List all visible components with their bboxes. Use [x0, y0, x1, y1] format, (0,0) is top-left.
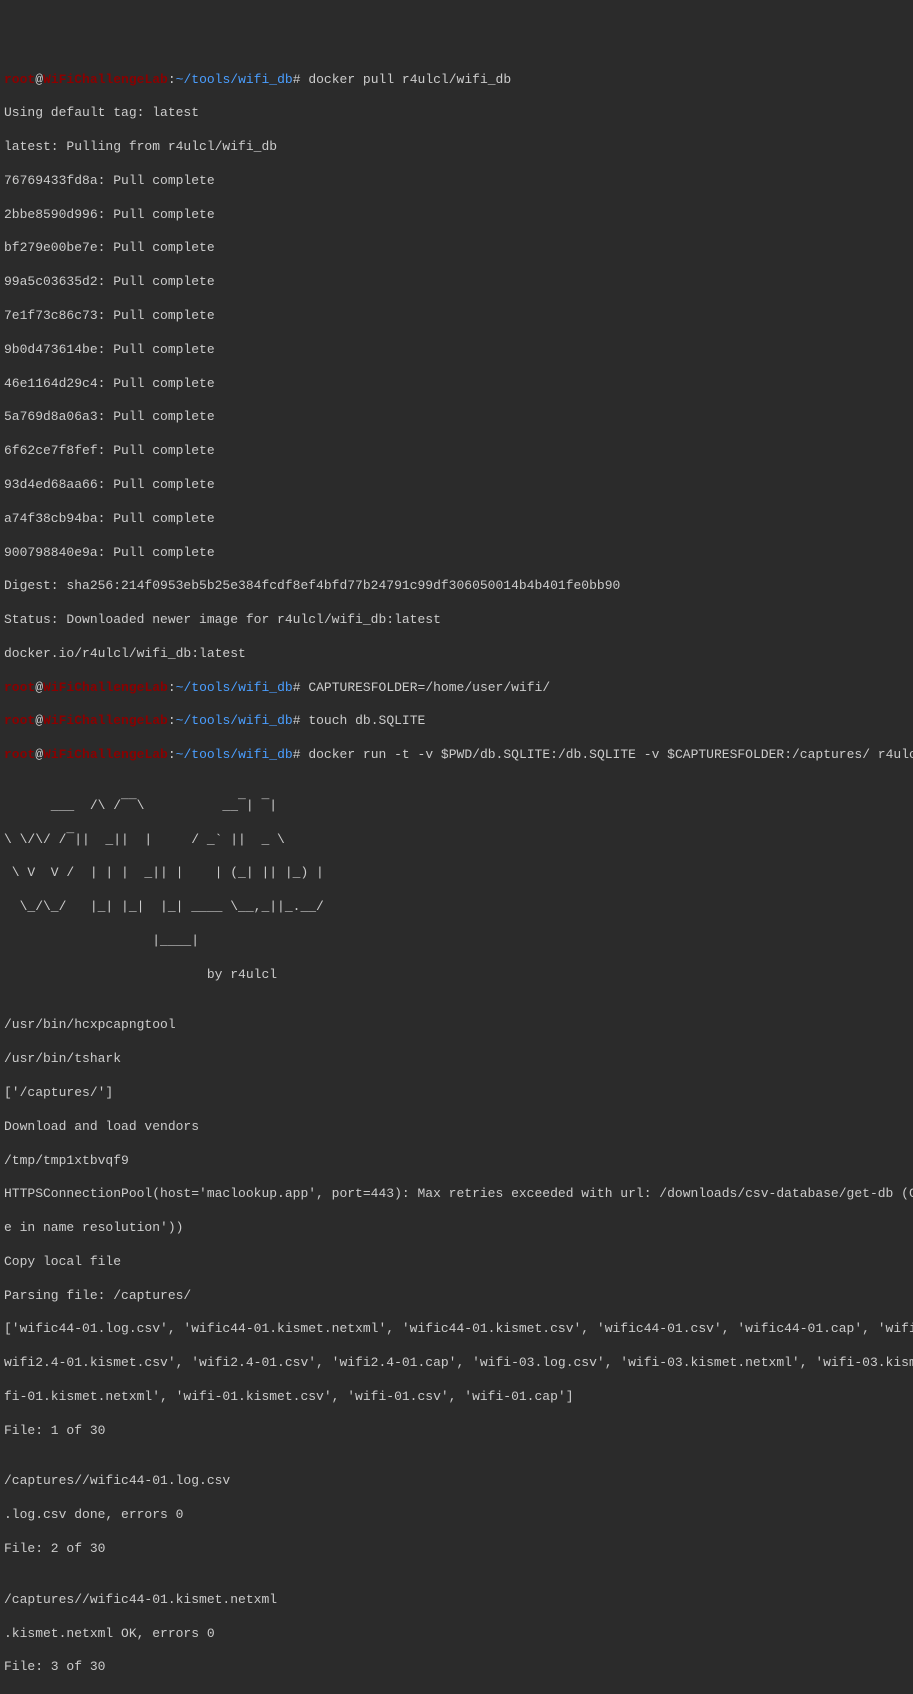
prompt-path: ~/tools/wifi_db [176, 713, 293, 728]
prompt-colon: : [168, 747, 176, 762]
output-line: .log.csv done, errors 0 [4, 1507, 909, 1524]
output-line: HTTPSConnectionPool(host='maclookup.app'… [4, 1186, 909, 1203]
terminal-output: root@WiFiChallengeLab:~/tools/wifi_db# d… [4, 72, 909, 1694]
output-line: bf279e00be7e: Pull complete [4, 240, 909, 257]
output-line: Digest: sha256:214f0953eb5b25e384fcdf8ef… [4, 578, 909, 595]
prompt-at: @ [35, 713, 43, 728]
output-line: 99a5c03635d2: Pull complete [4, 274, 909, 291]
prompt-path: ~/tools/wifi_db [176, 72, 293, 87]
output-line: 2bbe8590d996: Pull complete [4, 207, 909, 224]
prompt-user: root [4, 713, 35, 728]
output-line: File: 3 of 30 [4, 1659, 909, 1676]
prompt-host: WiFiChallengeLab [43, 713, 168, 728]
output-line: 76769433fd8a: Pull complete [4, 173, 909, 190]
output-line: 7e1f73c86c73: Pull complete [4, 308, 909, 325]
output-line: 900798840e9a: Pull complete [4, 545, 909, 562]
output-line: /captures//wific44-01.log.csv [4, 1473, 909, 1490]
output-line: a74f38cb94ba: Pull complete [4, 511, 909, 528]
output-line: /usr/bin/tshark [4, 1051, 909, 1068]
ascii-art-line: by r4ulcl [4, 967, 909, 984]
output-line: Download and load vendors [4, 1119, 909, 1136]
output-line: 5a769d8a06a3: Pull complete [4, 409, 909, 426]
ascii-art-line: ___ /\ /¯¯\ __¯| ¯| [4, 798, 909, 815]
output-line: 46e1164d29c4: Pull complete [4, 376, 909, 393]
prompt-host: WiFiChallengeLab [43, 680, 168, 695]
prompt-host: WiFiChallengeLab [43, 747, 168, 762]
ascii-art-line: \_/\_/ |_| |_| |_| ____ \__,_||_.__/ [4, 899, 909, 916]
output-line: 6f62ce7f8fef: Pull complete [4, 443, 909, 460]
output-line: Parsing file: /captures/ [4, 1288, 909, 1305]
output-line: e in name resolution')) [4, 1220, 909, 1237]
command-text: touch db.SQLITE [308, 713, 425, 728]
ascii-art-line: \ V V / | | | _|| | | (_| || |_) | [4, 865, 909, 882]
prompt-colon: : [168, 72, 176, 87]
command-text: CAPTURESFOLDER=/home/user/wifi/ [308, 680, 550, 695]
output-line: ['/captures/'] [4, 1085, 909, 1102]
output-line: /captures//wific44-01.kismet.netxml [4, 1592, 909, 1609]
output-line: Using default tag: latest [4, 105, 909, 122]
prompt-host: WiFiChallengeLab [43, 72, 168, 87]
output-line: 9b0d473614be: Pull complete [4, 342, 909, 359]
prompt-at: @ [35, 680, 43, 695]
output-line: latest: Pulling from r4ulcl/wifi_db [4, 139, 909, 156]
output-line: wifi2.4-01.kismet.csv', 'wifi2.4-01.csv'… [4, 1355, 909, 1372]
output-line: Status: Downloaded newer image for r4ulc… [4, 612, 909, 629]
ascii-art-line: |____| [4, 933, 909, 950]
prompt-user: root [4, 747, 35, 762]
command-text: docker run -t -v $PWD/db.SQLITE:/db.SQLI… [308, 747, 913, 762]
prompt-line-3[interactable]: root@WiFiChallengeLab:~/tools/wifi_db# t… [4, 713, 909, 730]
output-line: File: 2 of 30 [4, 1541, 909, 1558]
prompt-user: root [4, 72, 35, 87]
prompt-line-2[interactable]: root@WiFiChallengeLab:~/tools/wifi_db# C… [4, 680, 909, 697]
prompt-hash: # [293, 680, 309, 695]
prompt-hash: # [293, 747, 309, 762]
prompt-at: @ [35, 747, 43, 762]
command-text: docker pull r4ulcl/wifi_db [308, 72, 511, 87]
prompt-hash: # [293, 72, 309, 87]
output-line: File: 1 of 30 [4, 1423, 909, 1440]
output-line: /tmp/tmp1xtbvqf9 [4, 1153, 909, 1170]
output-line: /usr/bin/hcxpcapngtool [4, 1017, 909, 1034]
prompt-user: root [4, 680, 35, 695]
prompt-hash: # [293, 713, 309, 728]
output-line: docker.io/r4ulcl/wifi_db:latest [4, 646, 909, 663]
prompt-colon: : [168, 713, 176, 728]
prompt-path: ~/tools/wifi_db [176, 747, 293, 762]
prompt-path: ~/tools/wifi_db [176, 680, 293, 695]
output-line: 93d4ed68aa66: Pull complete [4, 477, 909, 494]
prompt-line-4[interactable]: root@WiFiChallengeLab:~/tools/wifi_db# d… [4, 747, 909, 764]
output-line: ['wific44-01.log.csv', 'wific44-01.kisme… [4, 1321, 909, 1338]
output-line: fi-01.kismet.netxml', 'wifi-01.kismet.cs… [4, 1389, 909, 1406]
output-line: Copy local file [4, 1254, 909, 1271]
ascii-art-line: \ \/\/ /¯|| _|| | / _` || _ \ [4, 832, 909, 849]
prompt-line-1[interactable]: root@WiFiChallengeLab:~/tools/wifi_db# d… [4, 72, 909, 89]
prompt-at: @ [35, 72, 43, 87]
output-line: .kismet.netxml OK, errors 0 [4, 1626, 909, 1643]
prompt-colon: : [168, 680, 176, 695]
